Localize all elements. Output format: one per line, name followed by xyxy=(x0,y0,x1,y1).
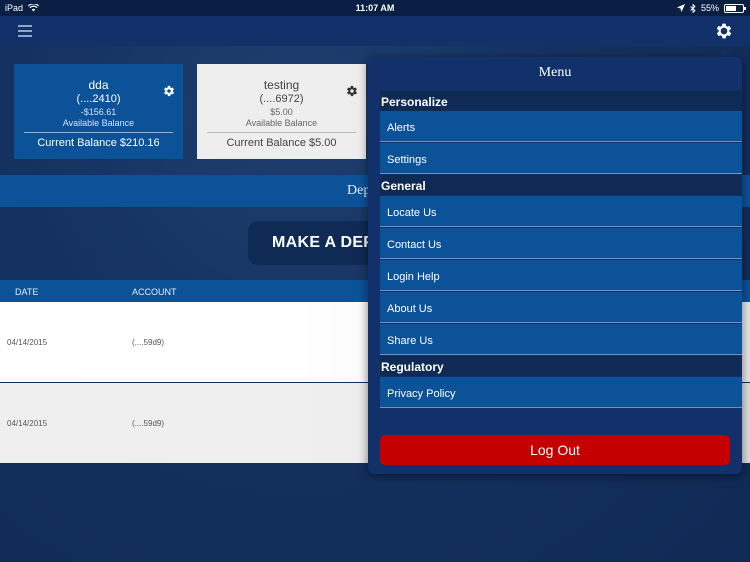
row-account: (....59d9) xyxy=(132,338,165,347)
menu-popover: Menu Personalize Alerts Settings General… xyxy=(368,57,742,474)
status-time: 11:07 AM xyxy=(355,3,395,13)
menu-title: Menu xyxy=(538,65,572,80)
account-gear-icon[interactable] xyxy=(162,84,176,98)
battery-percent: 55% xyxy=(700,3,719,13)
account-card-dda[interactable]: dda (....2410) -$156.61 Available Balanc… xyxy=(14,64,183,159)
current-balance: Current Balance $210.16 xyxy=(37,137,160,149)
bluetooth-icon xyxy=(690,3,696,13)
section-general: General xyxy=(380,175,742,195)
menu-item-contact-us[interactable]: Contact Us xyxy=(380,228,742,259)
current-balance: Current Balance $5.00 xyxy=(226,137,337,149)
menu-item-login-help[interactable]: Login Help xyxy=(380,260,742,291)
menu-item-settings[interactable]: Settings xyxy=(380,143,742,174)
battery-icon xyxy=(724,3,746,13)
nav-bar xyxy=(0,16,750,46)
menu-item-about-us[interactable]: About Us xyxy=(380,292,742,323)
available-amount: -$156.61 xyxy=(80,107,117,117)
menu-item-share-us[interactable]: Share Us xyxy=(380,324,742,355)
account-number: (....6972) xyxy=(259,93,304,105)
row-date: 04/14/2015 xyxy=(7,419,48,428)
account-number: (....2410) xyxy=(76,93,121,105)
deposits-title: Dep xyxy=(347,183,371,198)
column-header-account: ACCOUNT xyxy=(132,287,177,297)
menu-item-alerts[interactable]: Alerts xyxy=(380,111,742,142)
available-label: Available Balance xyxy=(245,118,318,128)
available-label: Available Balance xyxy=(62,118,135,128)
column-header-date: DATE xyxy=(15,287,39,297)
available-amount: $5.00 xyxy=(270,107,293,117)
log-out-button[interactable]: Log Out xyxy=(380,435,730,465)
card-divider xyxy=(24,132,173,133)
account-card-testing[interactable]: testing (....6972) $5.00 Available Balan… xyxy=(197,64,366,159)
row-account: (....59d9) xyxy=(132,419,165,428)
account-name: dda xyxy=(88,78,109,92)
account-gear-icon[interactable] xyxy=(345,84,359,98)
menu-item-locate-us[interactable]: Locate Us xyxy=(380,196,742,227)
card-divider xyxy=(207,132,356,133)
settings-gear-icon[interactable] xyxy=(714,21,734,41)
menu-item-privacy-policy[interactable]: Privacy Policy xyxy=(380,377,742,408)
hamburger-menu-icon[interactable] xyxy=(18,25,32,37)
section-regulatory: Regulatory xyxy=(380,356,742,376)
status-bar: iPad 11:07 AM 55% xyxy=(0,0,750,16)
section-personalize: Personalize xyxy=(380,91,742,111)
location-arrow-icon xyxy=(676,4,685,12)
account-name: testing xyxy=(263,78,300,92)
row-date: 04/14/2015 xyxy=(7,338,48,347)
app-screen: iPad 11:07 AM 55% dda (....2410) -$156.6… xyxy=(0,0,750,562)
